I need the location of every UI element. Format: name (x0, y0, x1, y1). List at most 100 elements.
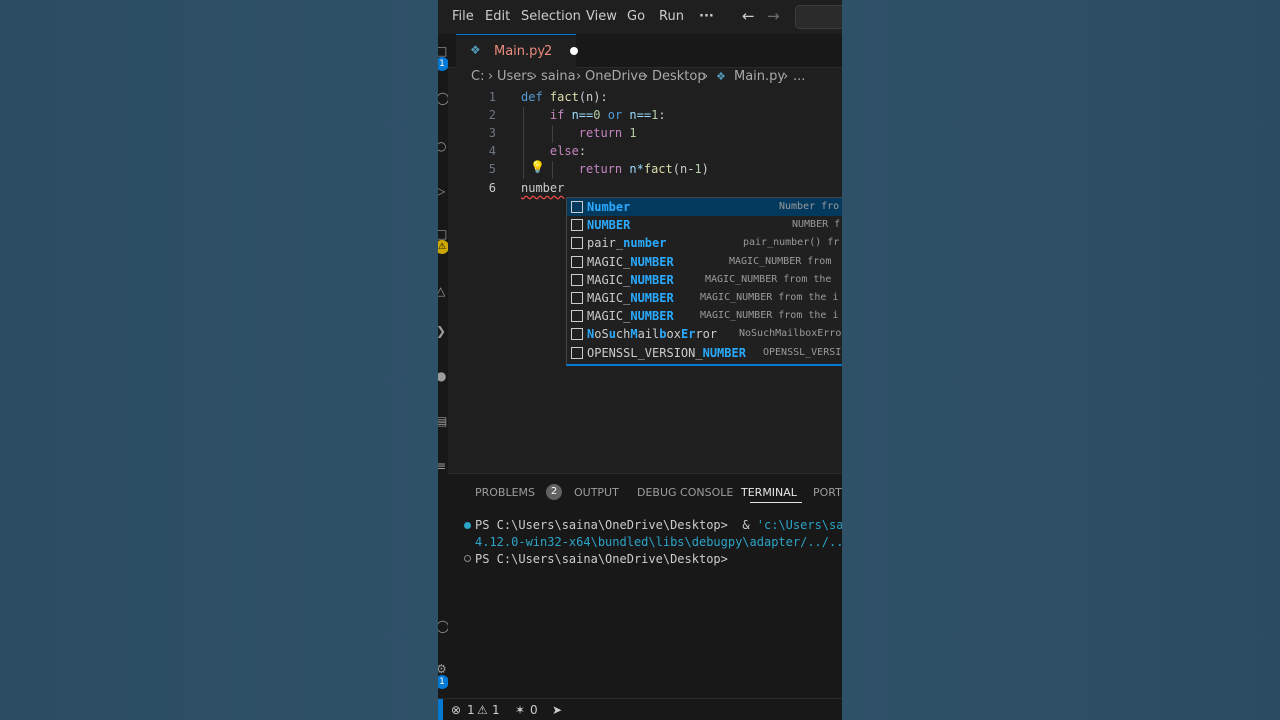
breadcrumb-sep: › (783, 69, 789, 84)
keyword-return: return (578, 162, 623, 176)
menu-file[interactable]: File (452, 9, 474, 24)
line-number: 1 (488, 90, 496, 104)
active-tab-indicator (750, 502, 802, 503)
breadcrumb-sep: › (643, 69, 649, 84)
tab-label: Main.py (494, 44, 546, 59)
keyword-or: or (600, 108, 623, 122)
ports-icon[interactable]: ✶ (515, 703, 525, 717)
line-number: 5 (488, 162, 496, 176)
code-line-1: def fact(n): (521, 90, 608, 104)
breadcrumb-onedrive[interactable]: OneDrive (585, 69, 646, 84)
remote-explorer-icon[interactable]: ❯ (438, 324, 446, 338)
breadcrumb-saina[interactable]: saina (541, 69, 576, 84)
extensions-icon[interactable]: □ (438, 227, 447, 241)
keyword-else: else (549, 144, 579, 158)
back-arrow-icon[interactable]: ← (742, 7, 755, 25)
line-number-active: 6 (488, 181, 496, 195)
tab-main-py[interactable]: ❖ Main.py 2 (456, 34, 578, 68)
error-icon[interactable]: ⊗ (451, 703, 461, 717)
breadcrumb-sep: › (488, 69, 494, 84)
number-literal: 1 (622, 126, 637, 140)
run-debug-icon[interactable]: ▷ (438, 184, 445, 198)
breadcrumb-file[interactable]: Main.py (734, 69, 785, 84)
warning-count[interactable]: 1 (492, 703, 500, 717)
code-text: (n): (578, 90, 608, 104)
code-text: n== (564, 108, 594, 122)
testing-icon[interactable]: △ (438, 284, 445, 298)
terminal-line: PS C:\Users\saina\OneDrive\Desktop> & 'c… (475, 518, 842, 532)
python-icon: ❖ (470, 43, 481, 57)
tab-problem-count: 2 (544, 44, 553, 59)
terminal-command: & (727, 518, 757, 532)
breadcrumb-drive[interactable]: C: (471, 69, 484, 84)
typed-text-with-error: number (521, 181, 565, 195)
code-line-4: else: (521, 144, 586, 158)
tab-ports[interactable]: PORTS (813, 486, 842, 499)
menu-selection[interactable]: Selection (521, 9, 581, 24)
error-count[interactable]: 1 (467, 703, 475, 717)
explorer-icon[interactable]: □ (438, 44, 447, 58)
tab-problems[interactable]: PROBLEMS (475, 486, 535, 499)
tab-terminal[interactable]: TERMINAL (741, 486, 797, 499)
menu-bar: File Edit Selection View Go Run ··· ← → (438, 0, 842, 34)
breadcrumb-sep: › (576, 69, 582, 84)
forward-arrow-icon[interactable]: → (767, 7, 780, 25)
menu-view[interactable]: View (586, 9, 617, 24)
status-bar: ⊗ 1 ⚠ 1 ✶ 0 ➤ (438, 698, 842, 720)
line-number: 3 (488, 126, 496, 140)
settings-gear-icon[interactable]: ⚙ (438, 662, 447, 676)
menu-run[interactable]: Run (659, 9, 684, 24)
code-text: ) (701, 162, 709, 176)
line-number: 2 (488, 108, 496, 122)
bottom-panel: PROBLEMS 2 OUTPUT DEBUG CONSOLE TERMINAL… (448, 473, 842, 699)
notebook-icon[interactable]: ▤ (438, 414, 447, 428)
breadcrumb-sep: › (532, 69, 538, 84)
breadcrumb-desktop[interactable]: Desktop (652, 69, 706, 84)
code-text: n* (622, 162, 644, 176)
terminal-string: 'c:\Users\sai (756, 518, 842, 532)
code-editor[interactable]: 1 2 3 4 5 6 def fact(n): if n==0 or n==1… (448, 87, 842, 472)
keyword-def: def (521, 90, 543, 104)
line-number: 4 (488, 144, 496, 158)
unsaved-dot-icon[interactable] (570, 47, 578, 55)
number-literal: 0 (593, 108, 601, 122)
code-line-5: return n*fact(n-1) (521, 162, 709, 176)
menu-edit[interactable]: Edit (485, 9, 510, 24)
command-center-search[interactable] (795, 5, 842, 29)
code-text: : (578, 144, 587, 158)
code-text: (n- (672, 162, 695, 176)
timeline-icon[interactable]: ≡ (438, 459, 446, 473)
source-control-icon[interactable]: ○ (438, 139, 446, 153)
terminal-prompt: PS C:\Users\saina\OneDrive\Desktop> (475, 518, 728, 532)
code-text: n== (622, 108, 652, 122)
keyword-return: return (578, 126, 623, 140)
code-line-2: if n==0 or n==1: (521, 108, 666, 122)
background-left (0, 0, 438, 720)
tab-debug-console[interactable]: DEBUG CONSOLE (637, 486, 733, 499)
function-name: fact (549, 90, 579, 104)
breadcrumb-more[interactable]: ... (793, 69, 805, 84)
command-pending-dot-icon[interactable] (464, 555, 471, 562)
ports-count[interactable]: 0 (530, 703, 538, 717)
live-share-icon[interactable]: ➤ (552, 703, 562, 717)
lightbulb-icon[interactable]: 💡 (530, 160, 545, 174)
warning-icon[interactable]: ⚠ (477, 703, 488, 717)
terminal-line: PS C:\Users\saina\OneDrive\Desktop> (475, 552, 728, 566)
code-line-3: return 1 (521, 126, 637, 140)
code-line-6: number (521, 181, 564, 195)
problems-badge: 2 (546, 484, 562, 500)
breadcrumb-sep: › (703, 69, 709, 84)
breadcrumb-users[interactable]: Users (497, 69, 533, 84)
tab-output[interactable]: OUTPUT (574, 486, 619, 499)
terminal-line: 4.12.0-win32-x64\bundled\libs\debugpy\ad… (475, 535, 842, 549)
command-success-dot-icon[interactable] (464, 522, 471, 529)
docker-icon[interactable]: ● (438, 369, 446, 383)
code-text: : (658, 108, 666, 122)
number-literal: 1 (694, 162, 702, 176)
activity-bar: □ 1 ◯ ○ ▷ □ ⚠ △ ❯ ● ▤ ≡ ◯ ⚙ 1 (438, 34, 449, 698)
more-menu-icon[interactable]: ··· (699, 9, 714, 24)
background-right (842, 0, 1280, 720)
python-icon: ❖ (716, 70, 726, 83)
menu-go[interactable]: Go (627, 9, 645, 24)
remote-indicator[interactable] (438, 699, 443, 720)
